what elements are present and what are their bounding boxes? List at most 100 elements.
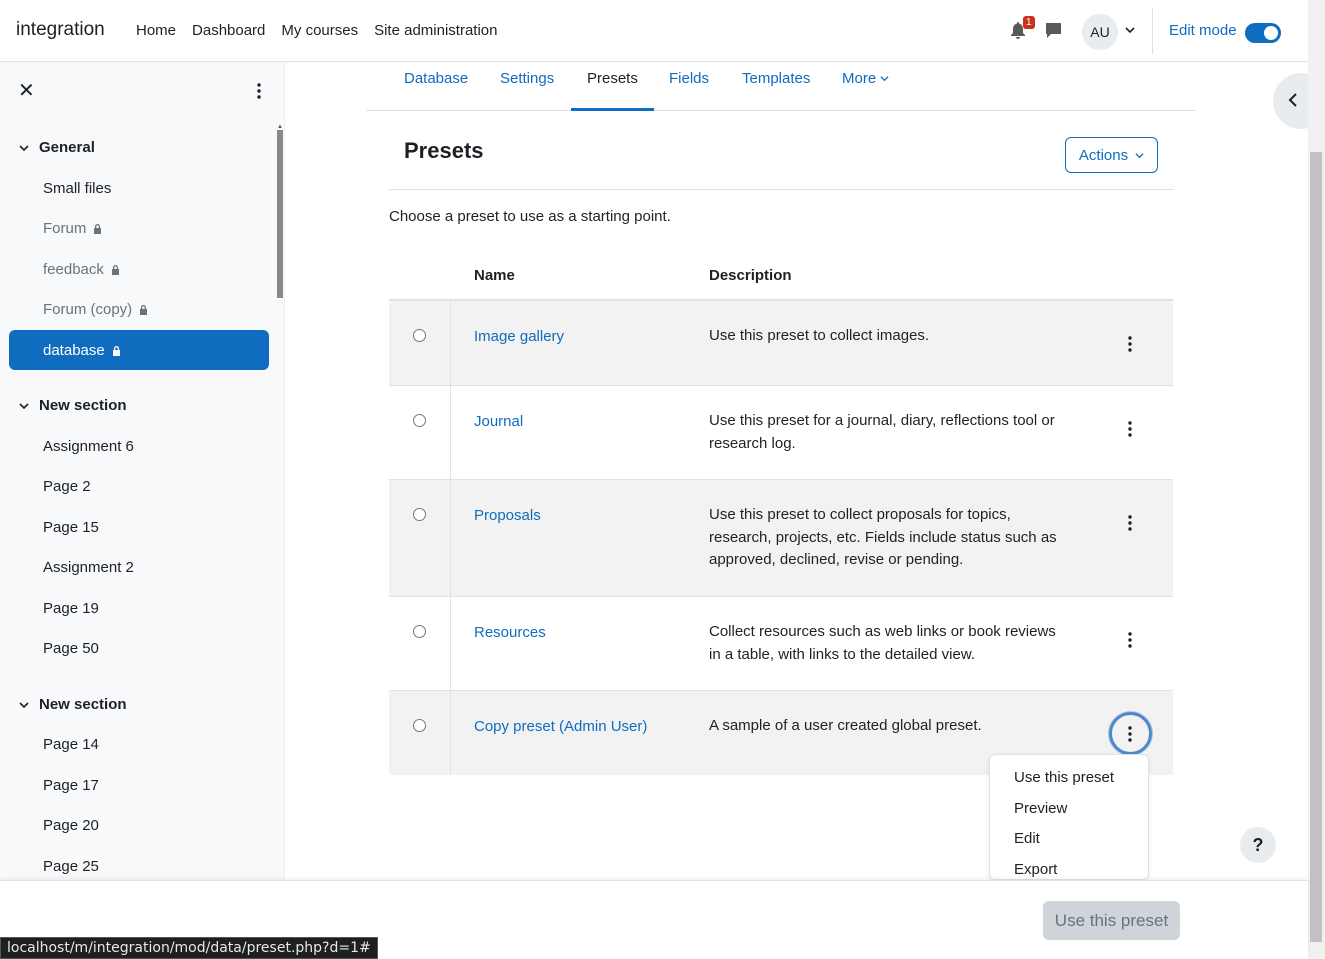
drawer-item-label: feedback: [43, 260, 104, 278]
kebab-menu-icon[interactable]: [1126, 420, 1134, 438]
drawer-item-page-50[interactable]: Page 50: [9, 628, 269, 668]
preset-radio[interactable]: [413, 719, 426, 732]
lock-icon: [94, 223, 102, 234]
drawer-item-label: Assignment 6: [43, 437, 134, 455]
drawer-item-page-2[interactable]: Page 2: [9, 466, 269, 506]
drawer-item-label: Forum (copy): [43, 300, 133, 318]
tab-database[interactable]: Database: [404, 70, 468, 87]
site-brand[interactable]: integration: [16, 19, 105, 41]
drawer-item-page-25[interactable]: Page 25: [9, 846, 269, 880]
tab-fields[interactable]: Fields: [669, 70, 709, 87]
preset-name-link[interactable]: Resources: [474, 624, 546, 641]
tab-more[interactable]: More: [842, 70, 889, 87]
section-title: General: [39, 139, 95, 156]
kebab-menu-icon[interactable]: [1126, 514, 1134, 532]
kebab-menu-icon[interactable]: [1126, 335, 1134, 353]
nav-home[interactable]: Home: [136, 22, 176, 39]
column-header-description: Description: [709, 267, 792, 284]
menu-item-preview[interactable]: Preview: [1014, 800, 1067, 817]
preset-name-link[interactable]: Journal: [474, 413, 523, 430]
tab-more-label: More: [842, 70, 877, 87]
nav-dashboard[interactable]: Dashboard: [192, 22, 265, 39]
column-divider: [450, 691, 451, 775]
use-this-preset-button[interactable]: Use this preset: [1043, 901, 1180, 940]
drawer-item-label: Page 20: [43, 816, 99, 834]
section-title: New section: [39, 397, 127, 414]
drawer-item-page-14[interactable]: Page 14: [9, 724, 269, 764]
drawer-item-forum[interactable]: Forum: [9, 208, 269, 248]
drawer-item-small-files[interactable]: Small files: [9, 168, 269, 208]
close-icon[interactable]: ✕: [18, 81, 36, 101]
preset-name-link[interactable]: Copy preset (Admin User): [474, 718, 647, 735]
preset-description: Use this preset to collect proposals for…: [709, 506, 1057, 568]
preset-actions-dropdown: Use this preset Preview Edit Export: [989, 754, 1149, 880]
section-header-general[interactable]: General: [18, 139, 95, 156]
preset-description: Use this preset for a journal, diary, re…: [709, 412, 1055, 452]
drawer-item-label: Small files: [43, 179, 112, 197]
actions-label: Actions: [1078, 146, 1129, 164]
primary-nav: Home Dashboard My courses Site administr…: [136, 22, 514, 39]
active-tab-indicator: [571, 108, 654, 111]
drawer-item-feedback[interactable]: feedback: [9, 249, 269, 289]
drawer-item-forum-copy[interactable]: Forum (copy): [9, 289, 269, 329]
menu-item-edit[interactable]: Edit: [1014, 830, 1040, 847]
drawer-item-page-20[interactable]: Page 20: [9, 805, 269, 845]
drawer-item-assignment-6[interactable]: Assignment 6: [9, 426, 269, 466]
drawer-item-label: Page 19: [43, 599, 99, 617]
nav-site-administration[interactable]: Site administration: [374, 22, 497, 39]
lock-icon: [111, 264, 119, 275]
page-scrollbar-thumb[interactable]: [1310, 152, 1322, 942]
section-header-new-section-2[interactable]: New section: [18, 696, 127, 713]
nav-divider: [1152, 8, 1153, 54]
drawer-item-label: Page 50: [43, 639, 99, 657]
chevron-down-icon: [19, 144, 29, 151]
section-title: New section: [39, 696, 127, 713]
preset-radio[interactable]: [413, 625, 426, 638]
section-header-new-section[interactable]: New section: [18, 397, 127, 414]
secondary-nav: Database Settings Presets Fields Templat…: [366, 62, 1196, 111]
drawer-item-page-15[interactable]: Page 15: [9, 507, 269, 547]
drawer-item-label: Assignment 2: [43, 558, 134, 576]
tab-templates[interactable]: Templates: [742, 70, 810, 87]
status-url: localhost/m/integration/mod/data/preset.…: [0, 937, 378, 959]
focused-kebab-ring[interactable]: [1109, 712, 1152, 755]
preset-name-link[interactable]: Image gallery: [474, 328, 564, 345]
drawer-item-label: Page 17: [43, 776, 99, 794]
drawer-item-label: Page 15: [43, 518, 99, 536]
drawer-item-page-19[interactable]: Page 19: [9, 588, 269, 628]
header-divider: [389, 189, 1174, 190]
preset-radio[interactable]: [413, 508, 426, 521]
help-button[interactable]: ?: [1240, 827, 1276, 863]
drawer-item-label: Forum: [43, 219, 87, 237]
table-row: Proposals Use this preset to collect pro…: [389, 480, 1173, 597]
nav-my-courses[interactable]: My courses: [281, 22, 358, 39]
chat-icon[interactable]: [1045, 22, 1062, 39]
preset-name-link[interactable]: Proposals: [474, 507, 541, 524]
preset-radio[interactable]: [413, 414, 426, 427]
column-divider: [450, 301, 451, 385]
kebab-menu-icon[interactable]: [1126, 631, 1134, 649]
tab-presets[interactable]: Presets: [587, 70, 638, 87]
notification-count-badge: 1: [1023, 16, 1035, 29]
chevron-down-icon[interactable]: [1125, 25, 1135, 35]
drawer-item-database[interactable]: database: [9, 330, 269, 370]
menu-item-use-this-preset[interactable]: Use this preset: [1014, 769, 1114, 786]
column-header-name: Name: [474, 267, 515, 284]
preset-description: A sample of a user created global preset…: [709, 717, 982, 734]
drawer-item-page-17[interactable]: Page 17: [9, 765, 269, 805]
drawer-scrollbar-thumb[interactable]: [277, 130, 283, 298]
preset-radio[interactable]: [413, 329, 426, 342]
menu-item-export[interactable]: Export: [1014, 861, 1057, 878]
actions-button[interactable]: Actions: [1065, 137, 1158, 173]
column-divider: [450, 597, 451, 690]
user-avatar[interactable]: AU: [1082, 14, 1118, 50]
drawer-item-label: Page 25: [43, 857, 99, 875]
column-divider: [450, 386, 451, 479]
kebab-menu-icon[interactable]: [250, 82, 268, 100]
edit-mode-toggle[interactable]: [1245, 23, 1281, 43]
drawer-item-assignment-2[interactable]: Assignment 2: [9, 547, 269, 587]
tab-settings[interactable]: Settings: [500, 70, 554, 87]
table-row: Resources Collect resources such as web …: [389, 597, 1173, 691]
drawer-item-label: database: [43, 341, 105, 359]
drawer-item-label: Page 2: [43, 477, 91, 495]
